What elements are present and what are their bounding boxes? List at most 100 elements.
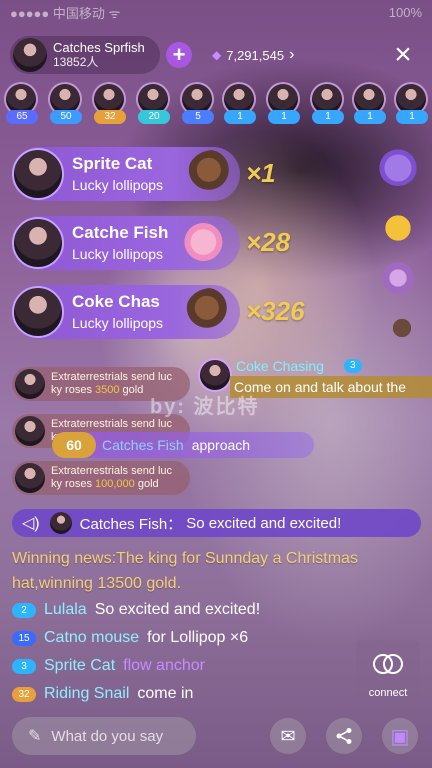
gift-box-icon[interactable] [378, 146, 418, 186]
gift-count: ×1 [246, 158, 276, 188]
notice-amount: 100,000 [95, 478, 135, 490]
coin-value: 7,291,545 [226, 47, 285, 63]
host-card[interactable]: Catches Sprfish 13852人 [10, 36, 160, 74]
chat-text: flow anchor [123, 657, 205, 674]
viewer-avatar[interactable]: 1 [352, 82, 388, 126]
chat-line: 32 Riding Snail come in [12, 682, 193, 706]
envelope-icon: ✉ [280, 725, 296, 746]
viewer-avatar[interactable]: 1 [394, 82, 430, 126]
viewer-avatar[interactable]: 1 [266, 82, 302, 126]
notice-line2: ky roses [51, 384, 96, 396]
link-icon [373, 654, 403, 674]
message-button[interactable]: ✉ [270, 718, 306, 754]
notice-line1: Extraterrestrials send luc [51, 465, 173, 477]
carrier-text: ●●●●● 中国移动 ᯤ [10, 5, 121, 21]
entrance-user: Catches Fish [102, 437, 184, 453]
sender-name: Sprite Cat [72, 154, 153, 173]
system-user: Catches Fish： [79, 515, 183, 533]
lollipop-small-icon [386, 312, 418, 344]
gift-icon: ▣ [390, 725, 410, 748]
notice-amount: 3500 [95, 384, 120, 396]
chat-user[interactable]: Catno mouse [44, 629, 139, 647]
chat-input[interactable]: ✎ What do you say [12, 717, 196, 755]
danmaku-text: Come on and talk about the [230, 376, 432, 398]
notice-unit: gold [119, 384, 144, 396]
battery-text: 100% [388, 4, 422, 20]
host-name: Catches Sprfish [53, 40, 145, 55]
gift-count: ×326 [246, 296, 305, 326]
crown-icon[interactable] [378, 204, 418, 244]
gift-name: Lucky lollipops [72, 246, 164, 262]
entrance-level: 60 [52, 432, 96, 458]
danmaku-level-badge: 3 [344, 359, 362, 373]
viewer-avatar[interactable]: 50 [48, 82, 84, 126]
watermark: by: 波比特 [150, 396, 260, 418]
coin-counter[interactable]: ◆ 7,291,545 › [212, 46, 294, 64]
sender-name: Catche Fish [72, 223, 169, 242]
viewer-avatar[interactable]: 20 [136, 82, 172, 126]
share-button[interactable] [326, 718, 362, 754]
pencil-icon: ✎ [28, 728, 42, 745]
user-level-badge: 2 [12, 602, 36, 618]
system-text: So excited and excited! [186, 514, 342, 532]
viewer-level-badge: 1 [224, 110, 256, 124]
viewer-level-badge: 50 [50, 110, 82, 124]
gift-name: Lucky lollipops [72, 177, 164, 193]
viewer-level-badge: 5 [182, 110, 214, 124]
viewer-level-badge: 32 [94, 110, 126, 124]
entrance-banner: 60 Catches Fish approach [52, 432, 314, 458]
viewer-avatar[interactable]: 32 [92, 82, 128, 126]
user-level-badge: 32 [12, 686, 36, 702]
notice-line2: ky roses [51, 478, 96, 490]
chat-text: So excited and excited! [94, 601, 261, 618]
chat-text: for Lollipop ×6 [147, 629, 249, 646]
viewer-avatar[interactable]: 65 [4, 82, 40, 126]
host-avatar [13, 38, 47, 72]
diamond-icon: ◆ [212, 48, 222, 62]
chat-line: 3 Sprite Cat flow anchor [12, 654, 205, 678]
sender-name: Coke Chas [72, 292, 160, 311]
viewer-level-badge: 1 [354, 110, 386, 124]
connect-button[interactable]: connect [356, 640, 420, 704]
entrance-action: approach [191, 437, 251, 453]
chat-text: come in [137, 685, 194, 702]
user-level-badge: 15 [12, 630, 36, 646]
system-avatar [49, 512, 72, 534]
notice-line1: Extraterrestrials send luc [51, 371, 173, 383]
danmaku-avatar [198, 358, 232, 392]
sender-avatar [12, 286, 64, 338]
viewer-avatar[interactable]: 5 [180, 82, 216, 126]
gift-button[interactable]: ▣ [382, 718, 418, 754]
host-followers: 13852人 [53, 55, 99, 69]
notice-line1: Extraterrestrials send luc [51, 418, 173, 430]
chat-user[interactable]: Riding Snail [44, 685, 129, 703]
viewer-level-badge: 1 [268, 110, 300, 124]
system-message: ◁) Catches Fish： So excited and excited! [12, 509, 421, 537]
follow-button[interactable]: + [166, 42, 192, 68]
gift-count: ×28 [246, 227, 291, 257]
sender-avatar [12, 217, 64, 269]
viewer-avatar[interactable]: 1 [222, 82, 258, 126]
chat-user[interactable]: Lulala [44, 601, 87, 619]
gift-notice: Extraterrestrials send luc ky roses 100,0… [12, 461, 190, 495]
chat-user[interactable]: Sprite Cat [44, 657, 115, 675]
chat-line: 15 Catno mouse for Lollipop ×6 [12, 626, 248, 650]
speaker-icon: ◁) [22, 515, 40, 532]
chat-line: 2 Lulala So excited and excited! [12, 598, 260, 622]
winning-news: Winning news:The king for Sunnday a Chri… [12, 550, 358, 592]
close-button[interactable]: × [388, 40, 418, 70]
chevron-right-icon: › [289, 46, 295, 63]
status-bar: ●●●●● 中国移动 ᯤ 100% [0, 0, 432, 24]
notice-avatar [15, 463, 45, 493]
sender-avatar [12, 148, 64, 200]
gift-name: Lucky lollipops [72, 315, 164, 331]
danmaku-user: Coke Chasing [236, 358, 324, 374]
viewer-avatar[interactable]: 1 [310, 82, 346, 126]
viewer-list: 65 50 32 20 5 1 1 1 1 1 [4, 82, 432, 126]
user-level-badge: 3 [12, 658, 36, 674]
lollipop-icon [188, 150, 240, 194]
notice-unit: gold [134, 478, 159, 490]
notice-avatar [15, 416, 45, 446]
viewer-level-badge: 1 [312, 110, 344, 124]
wheel-icon[interactable] [378, 258, 418, 298]
